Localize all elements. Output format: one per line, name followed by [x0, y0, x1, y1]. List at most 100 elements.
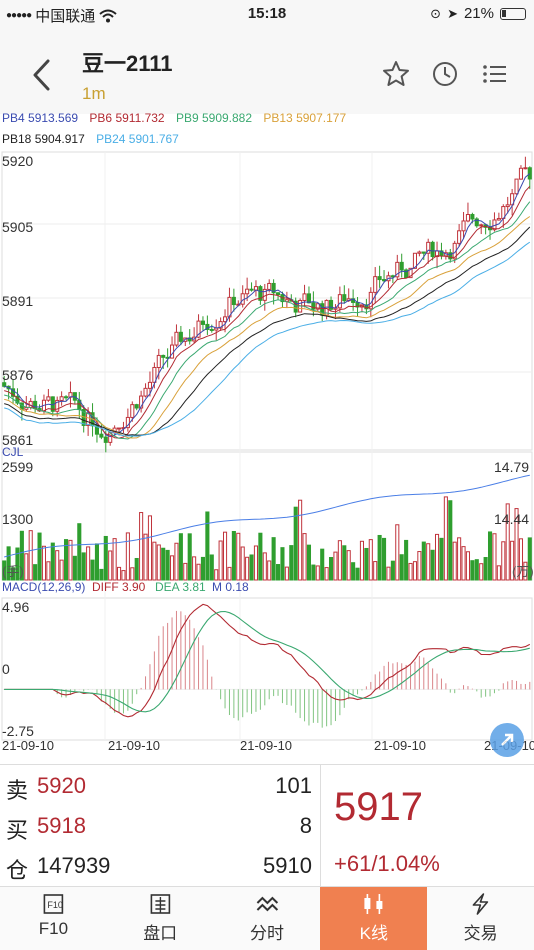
tab-kline[interactable]: K线: [320, 887, 428, 950]
volume-bar: [130, 567, 135, 581]
candle-body: [134, 404, 139, 409]
volume-bars: [2, 474, 532, 581]
volume-bar: [408, 562, 413, 581]
volume-bar: [324, 567, 329, 581]
menu-list-icon[interactable]: [481, 60, 509, 88]
open-interest-row: 仓 147939 5910: [0, 845, 320, 885]
location-icon: ➤: [447, 5, 458, 21]
volume-bar: [368, 539, 373, 581]
buy-price: 5918: [37, 813, 86, 838]
candle-body: [209, 328, 214, 331]
nav-header: 豆一2111 1m: [0, 28, 534, 114]
volume-bar: [169, 555, 175, 581]
volume-bar: [192, 556, 197, 581]
volume-bar: [77, 523, 82, 581]
status-bar: ●●●●● 中国联通 15:18 ⊙ ➤ 21%: [0, 0, 534, 28]
volume-bar: [231, 530, 236, 581]
candle-body: [342, 294, 347, 302]
ma-line-PB4: [4, 173, 531, 438]
volume-bar: [293, 506, 298, 581]
ma-pb18: PB18 5904.917: [2, 132, 85, 146]
volume-bar: [421, 541, 426, 581]
candle-body: [174, 331, 179, 346]
volume-tick-mid: 1300: [2, 511, 33, 527]
expand-chart-button[interactable]: [490, 723, 524, 757]
expand-arrow-icon: [501, 733, 514, 746]
candle-body: [381, 279, 387, 282]
volume-bar: [417, 551, 422, 581]
lock-rotation-icon: ⊙: [430, 5, 442, 21]
wave-icon: [256, 896, 278, 912]
volume-bar: [280, 547, 285, 581]
price-tick-max: 5920: [2, 153, 33, 169]
tab-timeshare[interactable]: 分时: [214, 887, 321, 950]
ma-pb9: PB9 5909.882: [175, 111, 253, 125]
clock-icon[interactable]: [431, 60, 459, 88]
candle-body: [527, 167, 532, 180]
star-icon[interactable]: [382, 60, 410, 88]
volume-bar: [258, 532, 263, 581]
volume-bar: [457, 537, 462, 581]
candle-body: [103, 436, 108, 443]
settle-price: 5910: [263, 853, 312, 878]
volume-bar: [72, 555, 77, 581]
volume-bar: [337, 540, 342, 581]
volume-tick-max: 2599: [2, 459, 33, 475]
macd-m: M 0.18: [212, 580, 249, 594]
contract-title: 豆一2111: [82, 51, 173, 76]
bottom-tabbar: F10 F10 盘口 分时 K线 交易: [0, 886, 534, 950]
volume-bar: [174, 542, 179, 581]
candle-body: [143, 387, 148, 397]
candle-body: [222, 316, 228, 323]
volume-bar: [222, 531, 228, 581]
last-price: 5917: [334, 785, 423, 829]
tab-f10[interactable]: F10 F10: [0, 887, 107, 950]
candle-body: [99, 433, 104, 438]
candle-body: [178, 331, 183, 342]
volume-bar: [112, 538, 117, 581]
volume-bar: [156, 544, 161, 581]
tab-orderbook[interactable]: 盘口: [107, 887, 214, 950]
svg-text:F10: F10: [47, 900, 63, 910]
volume-bar: [94, 543, 100, 581]
volume-bar: [359, 540, 365, 581]
sell-label: 卖: [6, 778, 29, 803]
volume-bar: [116, 566, 122, 581]
volume-bar: [81, 552, 86, 581]
candle-body: [302, 293, 307, 301]
candle-body: [373, 276, 378, 293]
macd-tick-min: -2.75: [2, 723, 34, 739]
volume-bar: [33, 564, 38, 581]
volume-bar: [108, 550, 113, 581]
volume-bar: [253, 545, 259, 581]
macd-diff: DIFF 3.90: [92, 580, 146, 594]
candle-body: [306, 293, 312, 304]
lightning-icon: [472, 893, 489, 915]
candle-body: [249, 288, 254, 291]
tab-trade[interactable]: 交易: [427, 887, 534, 950]
volume-bar: [245, 556, 250, 581]
volume-bar: [373, 561, 378, 581]
volume-bar: [37, 532, 42, 581]
date-label-3: 21-09-10: [240, 738, 292, 753]
volume-bar: [139, 512, 144, 581]
macd-name: MACD(12,26,9): [2, 580, 85, 594]
candle-body: [46, 396, 51, 401]
volume-bar: [218, 540, 223, 581]
candle-body: [399, 261, 404, 271]
buy-volume: 8: [299, 813, 312, 838]
volume-bar: [390, 560, 395, 581]
back-arrow-icon[interactable]: [28, 58, 56, 92]
volume-bar: [196, 563, 201, 581]
volume-bar: [448, 500, 453, 581]
period-label: 1m: [82, 84, 106, 103]
candle-body: [231, 296, 236, 306]
volume-bar: [46, 561, 51, 581]
kline-chart[interactable]: 5920 5905 5891 5876 5861 CJL 2599 1300 (…: [0, 150, 534, 762]
ma-pb4: PB4 5913.569: [2, 111, 79, 125]
candle-body: [245, 288, 250, 295]
volume-bar: [249, 554, 254, 581]
volume-bar: [236, 532, 241, 581]
candle-body: [430, 241, 435, 258]
volume-bar: [377, 534, 382, 581]
